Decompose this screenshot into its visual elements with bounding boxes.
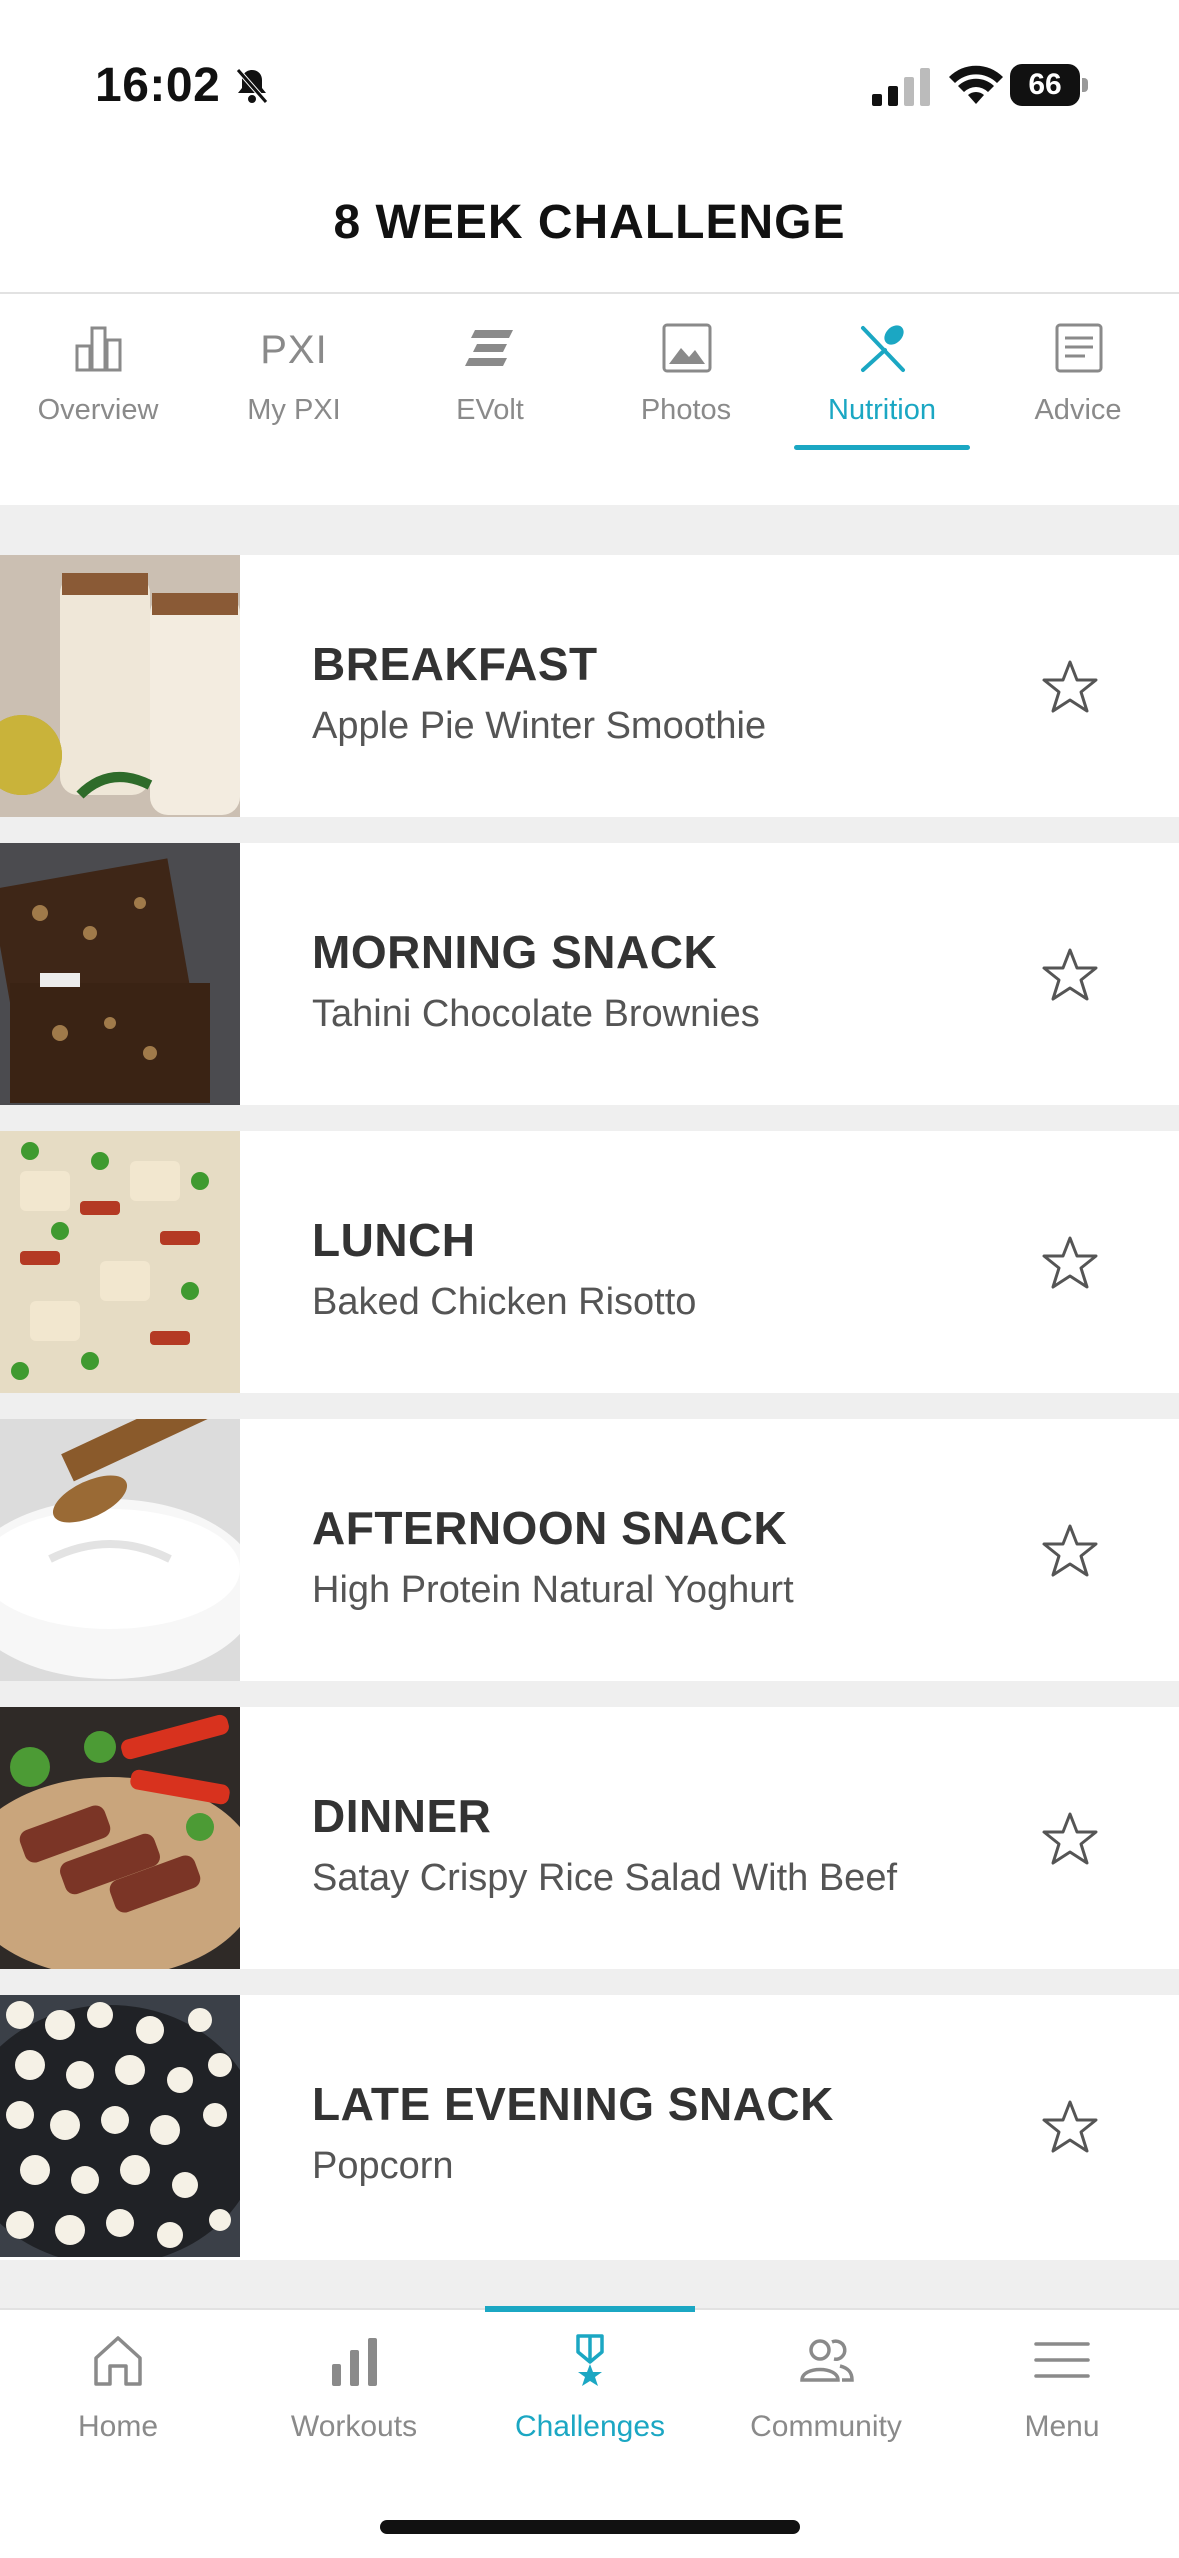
meal-title: LUNCH (312, 1214, 476, 1266)
tab-advice[interactable]: Advice (980, 294, 1176, 454)
battery-nub (1082, 78, 1088, 92)
tab-overview[interactable]: Overview (0, 294, 196, 454)
cellular-signal-icon (872, 68, 930, 106)
meal-title: MORNING SNACK (312, 926, 718, 978)
document-icon (1055, 323, 1103, 373)
bar-chart-icon (332, 2338, 377, 2386)
list-bottom-padding (0, 2260, 1179, 2308)
row-separator (0, 1105, 1179, 1131)
smoothie-photo (0, 555, 240, 817)
meal-row-afternoon-snack[interactable]: AFTERNOON SNACK High Protein Natural Yog… (0, 1419, 1179, 1681)
tab-label: Overview (37, 394, 159, 426)
risotto-photo (0, 1131, 240, 1393)
nav-label: Community (750, 2410, 902, 2443)
nav-label: Workouts (290, 2410, 418, 2443)
meal-title: AFTERNOON SNACK (312, 1502, 788, 1554)
nav-label: Home (77, 2410, 159, 2443)
star-icon[interactable] (1040, 658, 1100, 718)
battery-level: 66 (1010, 64, 1080, 106)
tab-label: Photos (640, 394, 732, 426)
home-icon (94, 2336, 142, 2386)
section-divider (0, 505, 1179, 555)
star-icon[interactable] (1040, 2098, 1100, 2158)
meal-row-morning-snack[interactable]: MORNING SNACK Tahini Chocolate Brownies (0, 843, 1179, 1105)
wifi-icon (949, 65, 1003, 104)
meal-row-lunch[interactable]: LUNCH Baked Chicken Risotto (0, 1131, 1179, 1393)
meal-name: Popcorn (312, 2145, 454, 2187)
pxi-text-icon: PXI (260, 328, 328, 372)
utensils-icon (861, 325, 905, 372)
page-title: 8 WEEK CHALLENGE (333, 196, 846, 249)
meal-name: High Protein Natural Yoghurt (312, 1569, 794, 1611)
popcorn-photo (0, 1995, 240, 2257)
medal-icon (576, 2334, 604, 2386)
nav-menu[interactable]: Menu (944, 2310, 1179, 2460)
nav-home[interactable]: Home (0, 2310, 236, 2460)
bell-muted-icon (236, 68, 268, 104)
nav-challenges[interactable]: Challenges (472, 2310, 708, 2460)
meal-title: DINNER (312, 1790, 492, 1842)
tab-evolt[interactable]: EVolt (392, 294, 588, 454)
row-separator (0, 817, 1179, 843)
beef-salad-photo (0, 1707, 240, 1969)
star-icon[interactable] (1040, 1234, 1100, 1294)
yoghurt-photo (0, 1419, 240, 1681)
tab-label: Advice (1034, 394, 1122, 426)
row-separator (0, 1393, 1179, 1419)
status-bar: 16:02 66 (0, 0, 1179, 170)
tab-label: EVolt (456, 394, 524, 426)
tab-my-pxi[interactable]: PXI My PXI (196, 294, 392, 454)
row-separator (0, 1969, 1179, 1995)
image-icon (662, 323, 712, 373)
star-icon[interactable] (1040, 946, 1100, 1006)
meal-name: Baked Chicken Risotto (312, 1281, 697, 1323)
meal-title: BREAKFAST (312, 638, 598, 690)
nav-label: Challenges (514, 2410, 666, 2443)
home-indicator[interactable] (380, 2520, 800, 2534)
tab-nutrition[interactable]: Nutrition (784, 294, 980, 454)
brownies-photo (0, 843, 240, 1105)
nav-label: Menu (1024, 2410, 1100, 2443)
tab-label: Nutrition (828, 394, 936, 426)
people-icon (800, 2339, 854, 2382)
hamburger-icon (1034, 2342, 1090, 2378)
meal-name: Tahini Chocolate Brownies (312, 993, 760, 1035)
meal-name: Satay Crispy Rice Salad With Beef (312, 1857, 898, 1899)
star-icon[interactable] (1040, 1810, 1100, 1870)
meal-name: Apple Pie Winter Smoothie (312, 705, 767, 747)
meal-row-dinner[interactable]: DINNER Satay Crispy Rice Salad With Beef (0, 1707, 1179, 1969)
star-icon[interactable] (1040, 1522, 1100, 1582)
tab-label: My PXI (247, 394, 341, 426)
evolt-icon (465, 330, 513, 366)
nav-community[interactable]: Community (708, 2310, 944, 2460)
status-time: 16:02 (95, 59, 221, 112)
row-separator (0, 1681, 1179, 1707)
tab-photos[interactable]: Photos (588, 294, 784, 454)
bar-chart-icon (75, 326, 122, 372)
meal-row-breakfast[interactable]: BREAKFAST Apple Pie Winter Smoothie (0, 555, 1179, 817)
active-tab-indicator (794, 445, 970, 450)
challenge-tab-bar: Overview PXI My PXI EVolt Photos Nutriti… (0, 292, 1179, 454)
meal-title: LATE EVENING SNACK (312, 2078, 834, 2130)
battery-indicator: 66 (1010, 64, 1090, 106)
nav-workouts[interactable]: Workouts (236, 2310, 472, 2460)
meal-row-late-evening-snack[interactable]: LATE EVENING SNACK Popcorn (0, 1995, 1179, 2257)
